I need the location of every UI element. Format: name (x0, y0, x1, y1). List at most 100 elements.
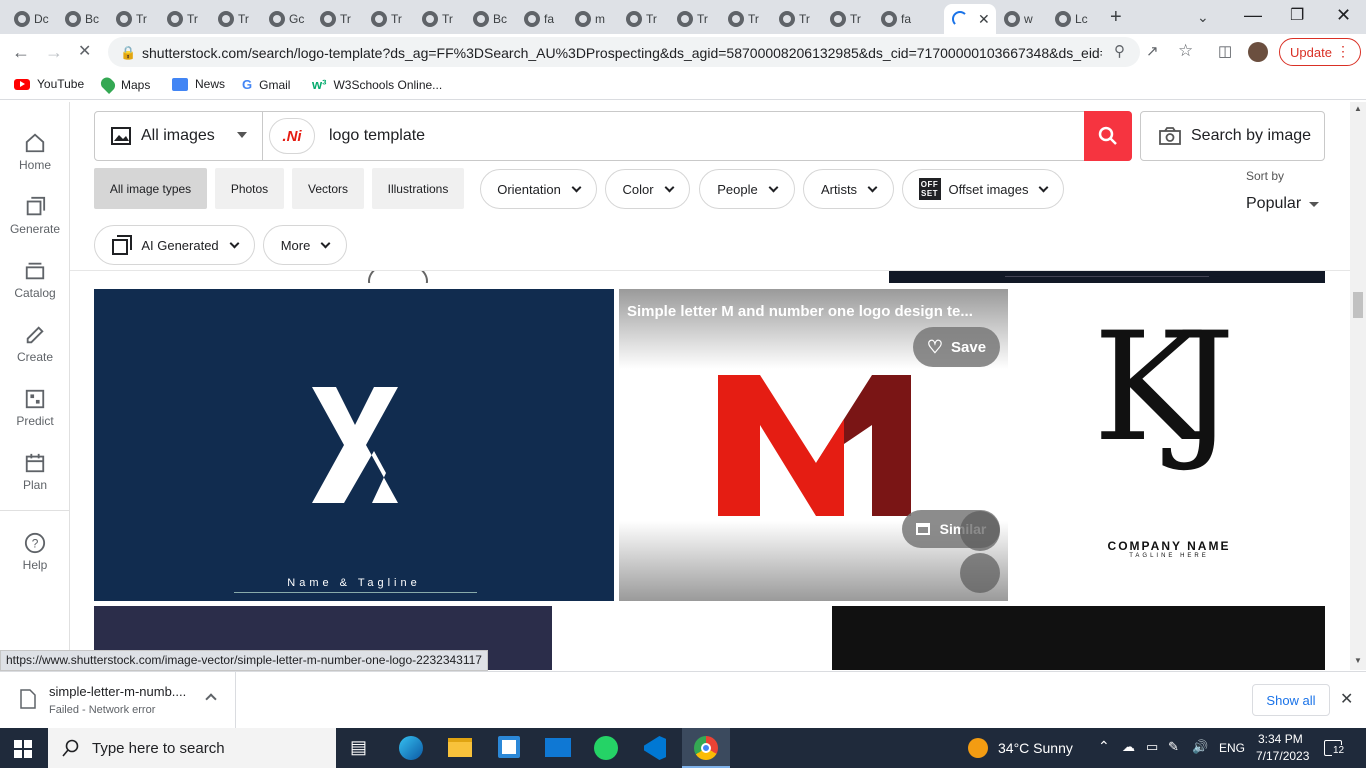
browser-tab[interactable]: Tr (720, 4, 766, 34)
image-type-select[interactable]: All images (95, 112, 263, 160)
ai-generated-dropdown[interactable]: AI Generated (94, 225, 255, 265)
color-dropdown[interactable]: Color (605, 169, 690, 209)
bookmark-w3schools[interactable]: w³ W3Schools Online... (312, 77, 442, 92)
chip-photos[interactable]: Photos (215, 168, 284, 209)
download-item[interactable]: simple-letter-m-numb.... Failed - Networ… (0, 672, 236, 728)
browser-tab[interactable]: Tr (312, 4, 358, 34)
update-button[interactable]: Update ⋮ (1279, 38, 1361, 66)
edge-icon[interactable] (399, 736, 423, 760)
result-card-m-logo[interactable]: Simple letter M and number one logo desi… (619, 289, 1008, 601)
scroll-up-icon[interactable]: ▲ (1354, 104, 1362, 113)
partial-image-top-right[interactable] (889, 271, 1325, 283)
chevron-up-icon[interactable] (205, 693, 217, 705)
clock-time[interactable]: 3:34 PM (1258, 732, 1303, 746)
result-card-x-logo[interactable]: Name & Tagline (94, 289, 614, 601)
browser-tab[interactable]: Lc (1047, 4, 1093, 34)
scrollbar-thumb[interactable] (1353, 292, 1363, 318)
address-bar[interactable]: 🔒 shutterstock.com/search/logo-template?… (108, 37, 1193, 67)
sort-dropdown[interactable]: Popular (1246, 195, 1320, 213)
task-view-icon[interactable]: ▤ (350, 737, 367, 758)
chip-vectors[interactable]: Vectors (292, 168, 364, 209)
browser-tab[interactable]: Bc (465, 4, 511, 34)
close-icon[interactable]: ✕ (1340, 689, 1353, 709)
bookmark-star-icon[interactable]: ☆ (1178, 42, 1193, 60)
taskbar-search[interactable]: Type here to search (48, 728, 336, 768)
stop-loading-icon[interactable]: ✕ (78, 43, 91, 61)
offset-images-dropdown[interactable]: OFF SET Offset images (902, 169, 1064, 209)
clock-date[interactable]: 7/17/2023 (1256, 749, 1309, 763)
search-by-image-button[interactable]: Search by image (1140, 111, 1325, 161)
bookmark-youtube[interactable]: YouTube (14, 77, 84, 91)
browser-tab[interactable]: Tr (771, 4, 817, 34)
page-scrollbar[interactable]: ▲ ▼ (1350, 102, 1366, 670)
browser-tab[interactable]: Tr (210, 4, 256, 34)
artists-dropdown[interactable]: Artists (803, 169, 894, 209)
browser-tab[interactable]: Tr (822, 4, 868, 34)
show-all-button[interactable]: Show all (1252, 684, 1330, 716)
zoom-search-icon[interactable]: ⚲ (1114, 43, 1125, 61)
windows-start-icon[interactable] (14, 740, 32, 758)
save-button[interactable]: ♡ Save (913, 327, 1000, 367)
minimize-icon[interactable]: — (1244, 6, 1262, 24)
nav-help[interactable]: ? Help (0, 532, 70, 572)
vscode-icon[interactable] (644, 736, 666, 760)
result-card-kj-logo[interactable]: KJ COMPANY NAME TAGLINE HERE (1013, 289, 1325, 601)
bookmark-news[interactable]: News (172, 77, 225, 91)
nav-predict[interactable]: Predict (0, 388, 70, 428)
browser-tab[interactable]: Dc (6, 4, 52, 34)
browser-tab[interactable]: Tr (414, 4, 460, 34)
search-button[interactable] (1084, 111, 1132, 161)
orientation-dropdown[interactable]: Orientation (480, 169, 597, 209)
plus-icon[interactable]: + (1110, 7, 1122, 27)
browser-tab[interactable]: Tr (108, 4, 154, 34)
pen-icon[interactable]: ✎ (1168, 739, 1179, 755)
network-icon[interactable]: ☁ (1122, 739, 1135, 755)
browser-tab[interactable]: Tr (669, 4, 715, 34)
result-card-next-right[interactable] (832, 606, 1325, 670)
ai-search-toggle[interactable]: .Ni (269, 118, 315, 154)
file-explorer-icon[interactable] (448, 738, 472, 757)
tab-search-icon[interactable]: ⌄ (1197, 8, 1209, 26)
browser-tab[interactable]: fa (516, 4, 562, 34)
volume-icon[interactable]: 🔊 (1192, 739, 1208, 755)
nav-create[interactable]: Create (0, 324, 70, 364)
restore-icon[interactable]: ❐ (1290, 7, 1304, 25)
back-icon[interactable]: ← (12, 43, 30, 61)
browser-tab[interactable]: w (996, 4, 1042, 34)
browser-tab[interactable]: Gc (261, 4, 307, 34)
tab-active[interactable]: ✕ (944, 4, 996, 34)
nav-generate[interactable]: Generate (0, 196, 70, 236)
more-dropdown[interactable]: More (263, 225, 347, 265)
mail-icon[interactable] (545, 738, 571, 757)
share-icon[interactable]: ↗ (1146, 43, 1159, 61)
store-icon[interactable] (498, 736, 520, 758)
tab-close-icon[interactable]: ✕ (978, 11, 990, 28)
chip-illustrations[interactable]: Illustrations (372, 168, 464, 209)
url-text[interactable]: shutterstock.com/search/logo-template?ds… (142, 45, 1102, 61)
browser-tab[interactable]: m (567, 4, 613, 34)
nav-catalog[interactable]: Catalog (0, 260, 70, 300)
weather-sun-icon[interactable] (968, 738, 988, 758)
browser-tab[interactable]: Tr (363, 4, 409, 34)
forward-icon[interactable]: → (45, 43, 63, 61)
browser-tab[interactable]: Tr (618, 4, 664, 34)
browser-tab[interactable]: Tr (159, 4, 205, 34)
whatsapp-icon[interactable] (594, 736, 618, 760)
avatar[interactable] (1248, 42, 1268, 62)
nav-home[interactable]: Home (0, 132, 70, 172)
partial-image-top-left[interactable] (360, 271, 480, 283)
search-input[interactable] (329, 124, 1069, 148)
chip-all-image-types[interactable]: All image types (94, 168, 207, 209)
tray-chevron-icon[interactable]: ⌃ (1098, 738, 1110, 755)
notification-center-icon[interactable]: 12 (1324, 740, 1346, 756)
chrome-taskbar-button[interactable] (682, 728, 730, 768)
people-dropdown[interactable]: People (699, 169, 795, 209)
weather-text[interactable]: 34°C Sunny (998, 740, 1073, 756)
bookmark-maps[interactable]: Maps (98, 74, 150, 95)
language-indicator[interactable]: ENG (1219, 741, 1245, 755)
bookmark-gmail[interactable]: G Gmail (242, 77, 290, 92)
battery-icon[interactable]: ▭ (1146, 739, 1158, 755)
nav-plan[interactable]: Plan (0, 452, 70, 492)
window-close-icon[interactable]: ✕ (1336, 6, 1351, 24)
scroll-down-icon[interactable]: ▼ (1354, 656, 1362, 665)
